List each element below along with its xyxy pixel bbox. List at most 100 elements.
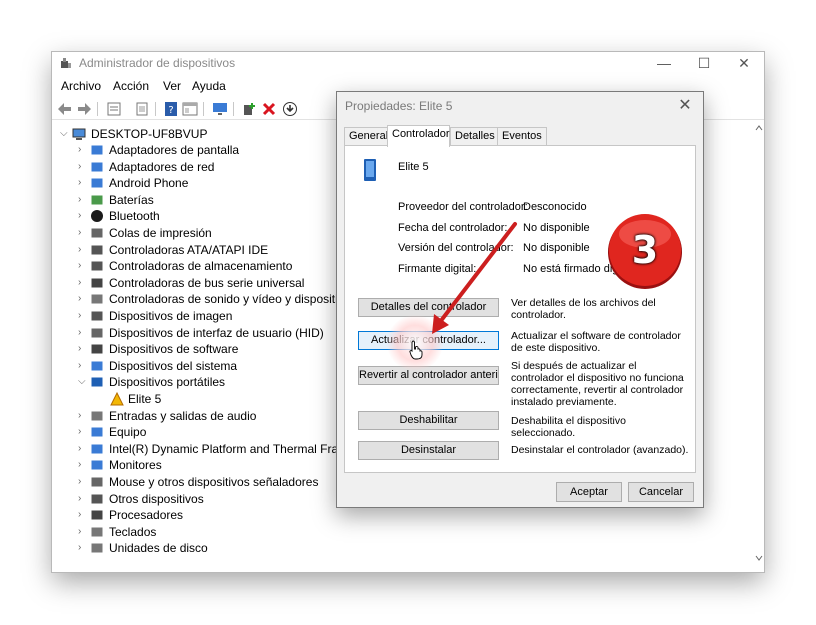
- uninstall-icon[interactable]: [261, 101, 277, 117]
- scan-icon[interactable]: [134, 101, 150, 117]
- tree-item-label: Controladoras ATA/ATAPI IDE: [109, 242, 269, 257]
- driver-details-button[interactable]: Detalles del controlador: [358, 298, 499, 317]
- disable-device-button[interactable]: Deshabilitar: [358, 411, 499, 430]
- chevron-right-icon[interactable]: ›: [78, 192, 88, 208]
- cancel-button[interactable]: Cancelar: [628, 482, 694, 502]
- step-number: 3: [631, 228, 659, 272]
- mouse-icon: [91, 477, 103, 487]
- ide-controller-icon: [91, 245, 103, 255]
- tree-item-label: Entradas y salidas de audio: [109, 408, 257, 423]
- chevron-right-icon[interactable]: ›: [78, 408, 88, 424]
- chevron-right-icon[interactable]: ›: [78, 358, 88, 374]
- dialog-close-button[interactable]: ✕: [675, 95, 695, 115]
- toolbar-separator: [97, 102, 98, 116]
- tree-item-label: Controladoras de sonido y vídeo y dispos…: [109, 292, 357, 307]
- close-button[interactable]: ✕: [724, 52, 764, 74]
- tree-item-label: Teclados: [109, 524, 157, 539]
- chevron-down-icon[interactable]: ⌵: [78, 374, 88, 390]
- driver-details-desc: Ver detalles de los archivos del control…: [511, 297, 656, 321]
- chevron-down-icon[interactable]: ⌵: [60, 126, 70, 142]
- tree-root-label: DESKTOP-UF8BVUP: [91, 127, 208, 141]
- toolbar-separator: [203, 102, 204, 116]
- chevron-right-icon[interactable]: ›: [78, 524, 88, 540]
- menu-accion[interactable]: Acción: [113, 79, 149, 93]
- tab-detalles[interactable]: Detalles: [450, 127, 498, 146]
- update-icon[interactable]: [282, 101, 298, 117]
- device-name: Elite 5: [398, 161, 429, 173]
- chevron-right-icon[interactable]: ›: [78, 474, 88, 490]
- ok-button[interactable]: Aceptar: [556, 482, 622, 502]
- tree-item-label: Adaptadores de red: [109, 159, 215, 174]
- chevron-right-icon[interactable]: ›: [78, 308, 88, 324]
- chevron-right-icon[interactable]: ›: [78, 341, 88, 357]
- network-adapter-icon: [91, 162, 103, 172]
- chevron-right-icon[interactable]: ›: [78, 159, 88, 175]
- chevron-right-icon[interactable]: ›: [78, 208, 88, 224]
- chevron-right-icon[interactable]: ›: [78, 142, 88, 158]
- properties-dialog: Propiedades: Elite 5 ✕ General Controlad…: [336, 91, 704, 508]
- warning-device-icon: [110, 392, 124, 406]
- tree-item-label: Baterías: [109, 192, 154, 207]
- tab-controlador[interactable]: Controlador: [387, 125, 450, 147]
- disable-device-desc: Deshabilita el dispositivo seleccionado.: [511, 415, 626, 439]
- keyboard-icon: [91, 527, 103, 537]
- chevron-right-icon[interactable]: ›: [78, 175, 88, 191]
- device-manager-icon: [61, 58, 71, 68]
- minimize-button[interactable]: —: [644, 52, 684, 74]
- software-device-icon: [91, 344, 103, 354]
- tree-item-label: Mouse y otros dispositivos señaladores: [109, 475, 319, 489]
- tab-eventos[interactable]: Eventos: [497, 127, 547, 146]
- properties-icon[interactable]: [106, 101, 122, 117]
- tab-general[interactable]: General: [344, 127, 388, 146]
- rollback-driver-desc: Si después de actualizar el controlador …: [511, 360, 684, 408]
- chevron-right-icon[interactable]: ›: [78, 441, 88, 457]
- chevron-right-icon[interactable]: ›: [78, 325, 88, 341]
- chevron-right-icon[interactable]: ›: [78, 275, 88, 291]
- back-arrow-icon[interactable]: [57, 101, 73, 117]
- tree-item-label: Adaptadores de pantalla: [109, 143, 240, 157]
- android-phone-icon: [91, 178, 103, 188]
- tree-item-label: Dispositivos de imagen: [109, 309, 233, 323]
- update-driver-desc: Actualizar el software de controlador de…: [511, 330, 681, 354]
- chevron-right-icon[interactable]: ›: [78, 258, 88, 274]
- title-bar[interactable]: Administrador de dispositivos — ☐ ✕: [52, 52, 764, 74]
- hid-icon: [91, 328, 103, 338]
- uninstall-device-button[interactable]: Desinstalar: [358, 441, 499, 460]
- driver-tab-panel: Elite 5 Proveedor del controlador: Desco…: [344, 145, 696, 473]
- tree-item-label: Elite 5: [128, 392, 162, 406]
- disk-icon: [91, 543, 103, 553]
- rollback-driver-button[interactable]: Revertir al controlador anterior...: [358, 366, 499, 385]
- chevron-right-icon[interactable]: ›: [78, 540, 88, 556]
- chevron-right-icon[interactable]: ›: [78, 457, 88, 473]
- add-driver-icon[interactable]: [241, 101, 257, 117]
- unknown-device-icon: [91, 494, 103, 504]
- chevron-right-icon[interactable]: ›: [78, 225, 88, 241]
- chip-icon: [91, 444, 103, 454]
- maximize-button[interactable]: ☐: [684, 52, 724, 74]
- tree-item-label: Dispositivos de interfaz de usuario (HID…: [109, 325, 324, 340]
- vertical-scrollbar[interactable]: [754, 124, 764, 564]
- sound-icon: [91, 294, 103, 304]
- view-icon[interactable]: [182, 101, 198, 117]
- chevron-right-icon[interactable]: ›: [78, 242, 88, 258]
- camera-icon: [91, 311, 103, 321]
- monitor-icon[interactable]: [212, 101, 228, 117]
- help-icon[interactable]: ?: [163, 101, 179, 117]
- menu-ayuda[interactable]: Ayuda: [192, 79, 226, 93]
- tree-item-label: Unidades de disco: [109, 541, 208, 556]
- monitor-icon: [91, 460, 103, 470]
- computer-icon: [72, 128, 86, 140]
- tree-item-label: Controladoras de almacenamiento: [109, 259, 293, 274]
- prop-version-label: Versión del controlador:: [398, 242, 514, 254]
- storage-controller-icon: [91, 261, 103, 271]
- menu-ver[interactable]: Ver: [163, 79, 181, 93]
- forward-arrow-icon[interactable]: [76, 101, 92, 117]
- usb-controller-icon: [91, 278, 103, 288]
- uninstall-device-desc: Desinstalar el controlador (avanzado).: [511, 444, 689, 456]
- chevron-right-icon[interactable]: ›: [78, 491, 88, 507]
- chevron-right-icon[interactable]: ›: [78, 424, 88, 440]
- menu-archivo[interactable]: Archivo: [61, 79, 101, 93]
- chevron-right-icon[interactable]: ›: [78, 507, 88, 523]
- chevron-right-icon[interactable]: ›: [78, 291, 88, 307]
- tree-item-label: Equipo: [109, 425, 147, 440]
